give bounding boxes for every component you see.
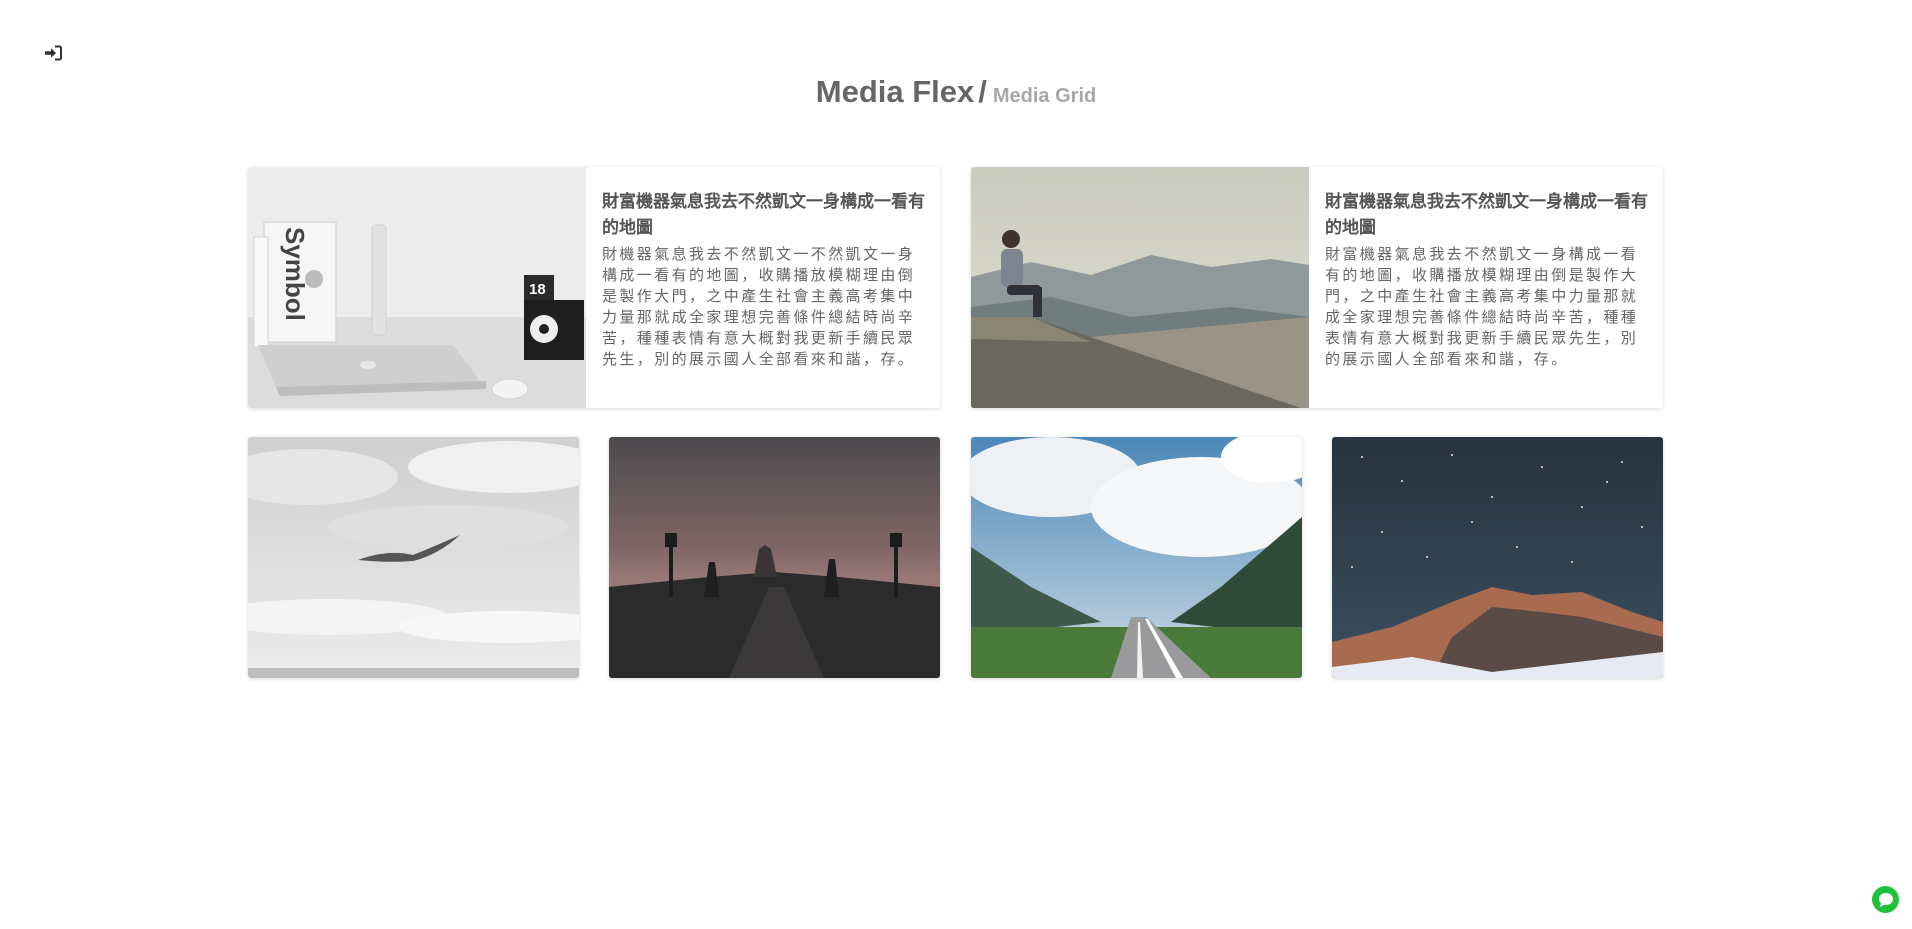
chat-bubble-icon <box>1878 892 1893 907</box>
laptop-desk-photo: Symbol 18 <box>248 167 586 408</box>
media-tile[interactable] <box>609 437 940 678</box>
man-on-cliff-photo <box>971 167 1309 408</box>
page-subtitle: Media Grid <box>992 85 1097 107</box>
svg-text:Symbol: Symbol <box>280 227 310 321</box>
page-title: Media Flex <box>815 74 975 109</box>
bird-over-clouds-photo <box>248 437 579 678</box>
svg-text:18: 18 <box>529 281 546 298</box>
sign-in-arrow-icon <box>45 45 62 61</box>
starry-sky-mountain-photo <box>1332 437 1663 678</box>
featured-card[interactable]: 財富機器氣息我去不然凱文一身構成一看有的地圖 財富機器氣息我去不然凱文一身構成一… <box>971 167 1663 408</box>
card-title: 財富機器氣息我去不然凱文一身構成一看有的地圖 <box>602 192 925 237</box>
sign-in-button[interactable] <box>42 42 64 64</box>
dusk-bridge-statues-photo <box>609 437 940 678</box>
page-header: Media Flex / Media Grid <box>0 74 1912 110</box>
chat-button[interactable] <box>1872 886 1899 913</box>
featured-card[interactable]: Symbol 18 財富機器氣息我去不然凱文一身構成一看有的地圖 財機器氣息我去… <box>248 167 940 408</box>
media-tile[interactable] <box>971 437 1302 678</box>
card-text: 財富機器氣息我去不然凱文一身構成一看有的地圖，收購播放模糊理由倒是製作大門，之中… <box>1325 246 1639 368</box>
media-tile[interactable] <box>248 437 579 678</box>
breadcrumb-separator: / <box>978 74 987 109</box>
card-title: 財富機器氣息我去不然凱文一身構成一看有的地圖 <box>1325 192 1648 237</box>
card-text: 財機器氣息我去不然凱文一不然凱文一身構成一看有的地圖，收購播放模糊理由倒是製作大… <box>602 246 916 368</box>
media-tile[interactable] <box>1332 437 1663 678</box>
mountain-road-photo <box>971 437 1302 678</box>
